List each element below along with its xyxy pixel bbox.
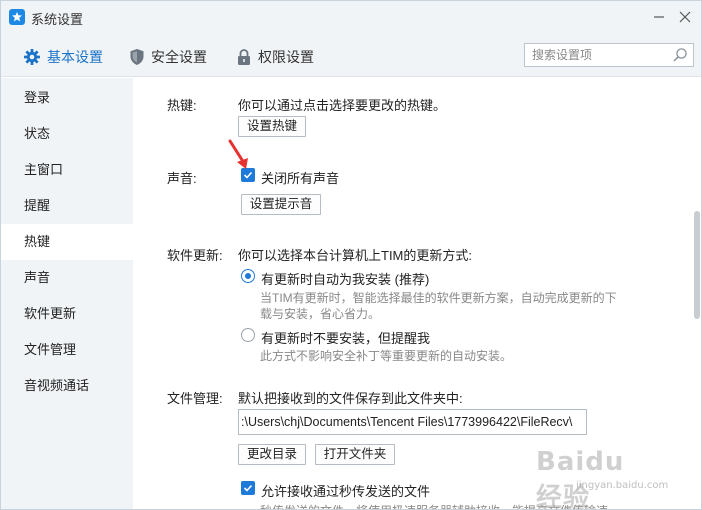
hotkey-section-label: 热键: xyxy=(167,98,197,113)
hotkey-description: 你可以通过点击选择要更改的热键。 xyxy=(238,98,447,113)
title-bar: 系统设置 xyxy=(1,1,701,35)
tab-permission-settings[interactable]: 权限设置 xyxy=(236,46,314,68)
search-box[interactable] xyxy=(524,43,694,67)
watermark-brand: Baidu经验 xyxy=(536,447,625,510)
tab-label: 基本设置 xyxy=(47,49,103,65)
sidebar-item-software-update[interactable]: 软件更新 xyxy=(1,296,133,332)
settings-content: 热键: 你可以通过点击选择要更改的热键。 设置热键 声音: 关闭所有声音 设置提… xyxy=(133,78,689,509)
gear-icon xyxy=(23,48,41,66)
window-title: 系统设置 xyxy=(31,12,84,27)
search-icon[interactable] xyxy=(672,47,688,66)
sidebar-item-file-management[interactable]: 文件管理 xyxy=(1,332,133,368)
minimize-icon[interactable] xyxy=(649,8,669,28)
sidebar: 登录 状态 主窗口 提醒 热键 声音 软件更新 文件管理 音视频通话 xyxy=(1,78,133,509)
scrollbar-thumb[interactable] xyxy=(694,211,700,319)
update-description: 你可以选择本台计算机上TIM的更新方式: xyxy=(238,248,472,263)
sidebar-item-sound[interactable]: 声音 xyxy=(1,260,133,296)
tab-label: 安全设置 xyxy=(151,49,207,65)
allow-instant-transfer-checkbox[interactable] xyxy=(241,481,255,495)
settings-window: 系统设置 基本设置 安全设置 权限设置 搜索设置项 登录 状态 主窗口 提醒 热… xyxy=(0,0,702,510)
auto-install-radio[interactable] xyxy=(241,269,255,283)
search-input[interactable] xyxy=(525,44,665,66)
save-folder-path-input[interactable] xyxy=(239,410,586,434)
allow-instant-transfer-label[interactable]: 允许接收通过秒传发送的文件 xyxy=(261,481,430,500)
sidebar-item-main-window[interactable]: 主窗口 xyxy=(1,152,133,188)
sidebar-item-av-call[interactable]: 音视频通话 xyxy=(1,368,133,404)
notify-only-label[interactable]: 有更新时不要安装，但提醒我 xyxy=(261,328,430,347)
tab-security-settings[interactable]: 安全设置 xyxy=(129,46,207,68)
mute-all-label[interactable]: 关闭所有声音 xyxy=(261,168,339,187)
sidebar-item-status[interactable]: 状态 xyxy=(1,116,133,152)
auto-install-desc-line1: 当TIM有更新时，智能选择最佳的软件更新方案，自动完成更新的下 xyxy=(260,291,617,305)
top-tab-bar: 基本设置 安全设置 权限设置 xyxy=(1,35,701,77)
sidebar-item-login[interactable]: 登录 xyxy=(1,80,133,116)
content-scrollbar[interactable] xyxy=(689,78,701,509)
tab-basic-settings[interactable]: 基本设置 xyxy=(23,46,103,68)
change-directory-button[interactable]: 更改目录 xyxy=(238,444,306,465)
notify-only-radio[interactable] xyxy=(241,328,255,342)
set-notification-sound-button[interactable]: 设置提示音 xyxy=(241,194,321,215)
auto-install-desc-line2: 载与安装，省心省力。 xyxy=(260,307,381,321)
sidebar-item-reminder[interactable]: 提醒 xyxy=(1,188,133,224)
watermark-site: jingyan.baidu.com xyxy=(576,480,669,491)
tim-logo-icon xyxy=(9,9,25,25)
close-icon[interactable] xyxy=(675,8,695,28)
files-section-label: 文件管理: xyxy=(167,391,223,406)
sidebar-item-hotkey[interactable]: 热键 xyxy=(1,224,133,260)
files-description: 默认把接收到的文件保存到此文件夹中: xyxy=(238,391,463,406)
shield-icon xyxy=(129,48,145,66)
tab-label: 权限设置 xyxy=(258,49,314,65)
set-hotkey-button[interactable]: 设置热键 xyxy=(238,116,306,137)
red-arrow-annotation xyxy=(227,138,257,175)
lock-icon xyxy=(236,48,252,66)
sound-section-label: 声音: xyxy=(167,171,197,186)
save-folder-path-field[interactable] xyxy=(238,409,587,435)
auto-install-label[interactable]: 有更新时自动为我安装 (推荐) xyxy=(261,269,429,288)
update-section-label: 软件更新: xyxy=(167,248,223,263)
notify-only-desc: 此方式不影响安全补丁等重要更新的自动安装。 xyxy=(260,349,513,363)
open-folder-button[interactable]: 打开文件夹 xyxy=(315,444,395,465)
